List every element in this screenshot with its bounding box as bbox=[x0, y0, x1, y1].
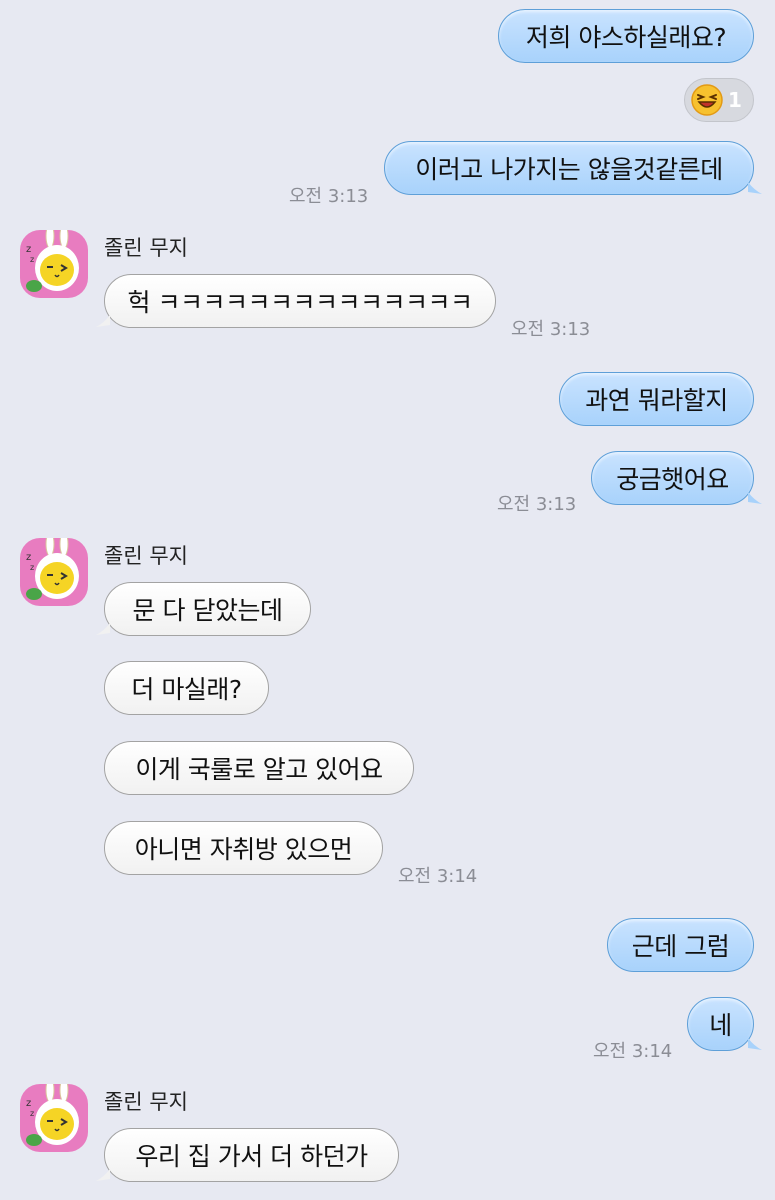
avatar[interactable]: z z bbox=[20, 1084, 88, 1152]
bubble-tail bbox=[96, 315, 110, 327]
muzi-character-icon: z z bbox=[26, 538, 79, 600]
bubble-tail bbox=[748, 182, 762, 194]
message-text: 근데 그럼 bbox=[631, 932, 730, 961]
received-message-bubble[interactable]: 아니면 자취방 있으먼 bbox=[104, 821, 383, 875]
avatar[interactable]: z z bbox=[20, 538, 88, 606]
bubble-tail bbox=[96, 1169, 110, 1181]
contact-name: 졸린 무지 bbox=[104, 1090, 188, 1114]
received-message-bubble[interactable]: 문 다 닫았는데 bbox=[96, 582, 311, 636]
svg-text:z: z bbox=[30, 1109, 34, 1118]
message-text: 우리 집 가서 더 하던가 bbox=[135, 1142, 368, 1171]
timestamp: 오전 3:13 bbox=[511, 319, 591, 340]
svg-text:z: z bbox=[26, 244, 31, 255]
timestamp: 오전 3:13 bbox=[289, 186, 369, 207]
chat-view: 저희 야스하실래요? 1 이러고 나가지는 않을것같른데 오전 3:13 z z bbox=[0, 0, 775, 1200]
received-message-bubble[interactable]: 우리 집 가서 더 하던가 bbox=[96, 1128, 399, 1182]
message-text: 더 마실래? bbox=[131, 675, 242, 704]
message-text: 네 bbox=[709, 1011, 732, 1040]
message-text: 궁금햇어요 bbox=[616, 465, 729, 494]
sent-message-bubble[interactable]: 이러고 나가지는 않을것같른데 bbox=[384, 141, 762, 195]
muzi-character-icon: z z bbox=[26, 230, 79, 292]
sent-message-bubble[interactable]: 과연 뭐라할지 bbox=[559, 372, 754, 426]
sent-message-bubble[interactable]: 궁금햇어요 bbox=[591, 451, 762, 505]
bubble-tail bbox=[748, 492, 762, 504]
timestamp: 오전 3:14 bbox=[593, 1041, 673, 1062]
message-text: 이러고 나가지는 않을것같른데 bbox=[415, 155, 723, 184]
message-text: 과연 뭐라할지 bbox=[585, 386, 728, 415]
received-message-bubble[interactable]: 더 마실래? bbox=[104, 661, 269, 715]
sent-message-bubble[interactable]: 저희 야스하실래요? bbox=[498, 9, 754, 63]
bubble-tail bbox=[748, 1038, 762, 1050]
timestamp: 오전 3:13 bbox=[497, 494, 577, 515]
sent-message-bubble[interactable]: 네 bbox=[687, 997, 762, 1051]
message-text: 이게 국룰로 알고 있어요 bbox=[135, 755, 383, 784]
svg-text:z: z bbox=[30, 255, 34, 264]
message-text: 아니면 자취방 있으먼 bbox=[134, 835, 353, 864]
message-reaction[interactable]: 1 bbox=[684, 78, 754, 122]
reaction-count: 1 bbox=[728, 88, 742, 112]
muzi-character-icon: z z bbox=[26, 1084, 79, 1146]
svg-text:z: z bbox=[26, 1098, 31, 1109]
grinning-squint-emoji-icon bbox=[691, 84, 723, 116]
avatar[interactable]: z z bbox=[20, 230, 88, 298]
received-message-bubble[interactable]: 헉 ㅋㅋㅋㅋㅋㅋㅋㅋㅋㅋㅋㅋㅋㅋ bbox=[96, 274, 496, 328]
received-message-bubble[interactable]: 이게 국룰로 알고 있어요 bbox=[104, 741, 414, 795]
bubble-tail bbox=[96, 623, 110, 635]
message-text: 문 다 닫았는데 bbox=[132, 596, 283, 625]
message-text: 헉 ㅋㅋㅋㅋㅋㅋㅋㅋㅋㅋㅋㅋㅋㅋ bbox=[127, 288, 473, 317]
sent-message-bubble[interactable]: 근데 그럼 bbox=[607, 918, 754, 972]
svg-text:z: z bbox=[26, 552, 31, 563]
contact-name: 졸린 무지 bbox=[104, 236, 188, 260]
svg-text:z: z bbox=[30, 563, 34, 572]
contact-name: 졸린 무지 bbox=[104, 544, 188, 568]
message-text: 저희 야스하실래요? bbox=[525, 23, 727, 52]
timestamp: 오전 3:14 bbox=[398, 866, 478, 887]
